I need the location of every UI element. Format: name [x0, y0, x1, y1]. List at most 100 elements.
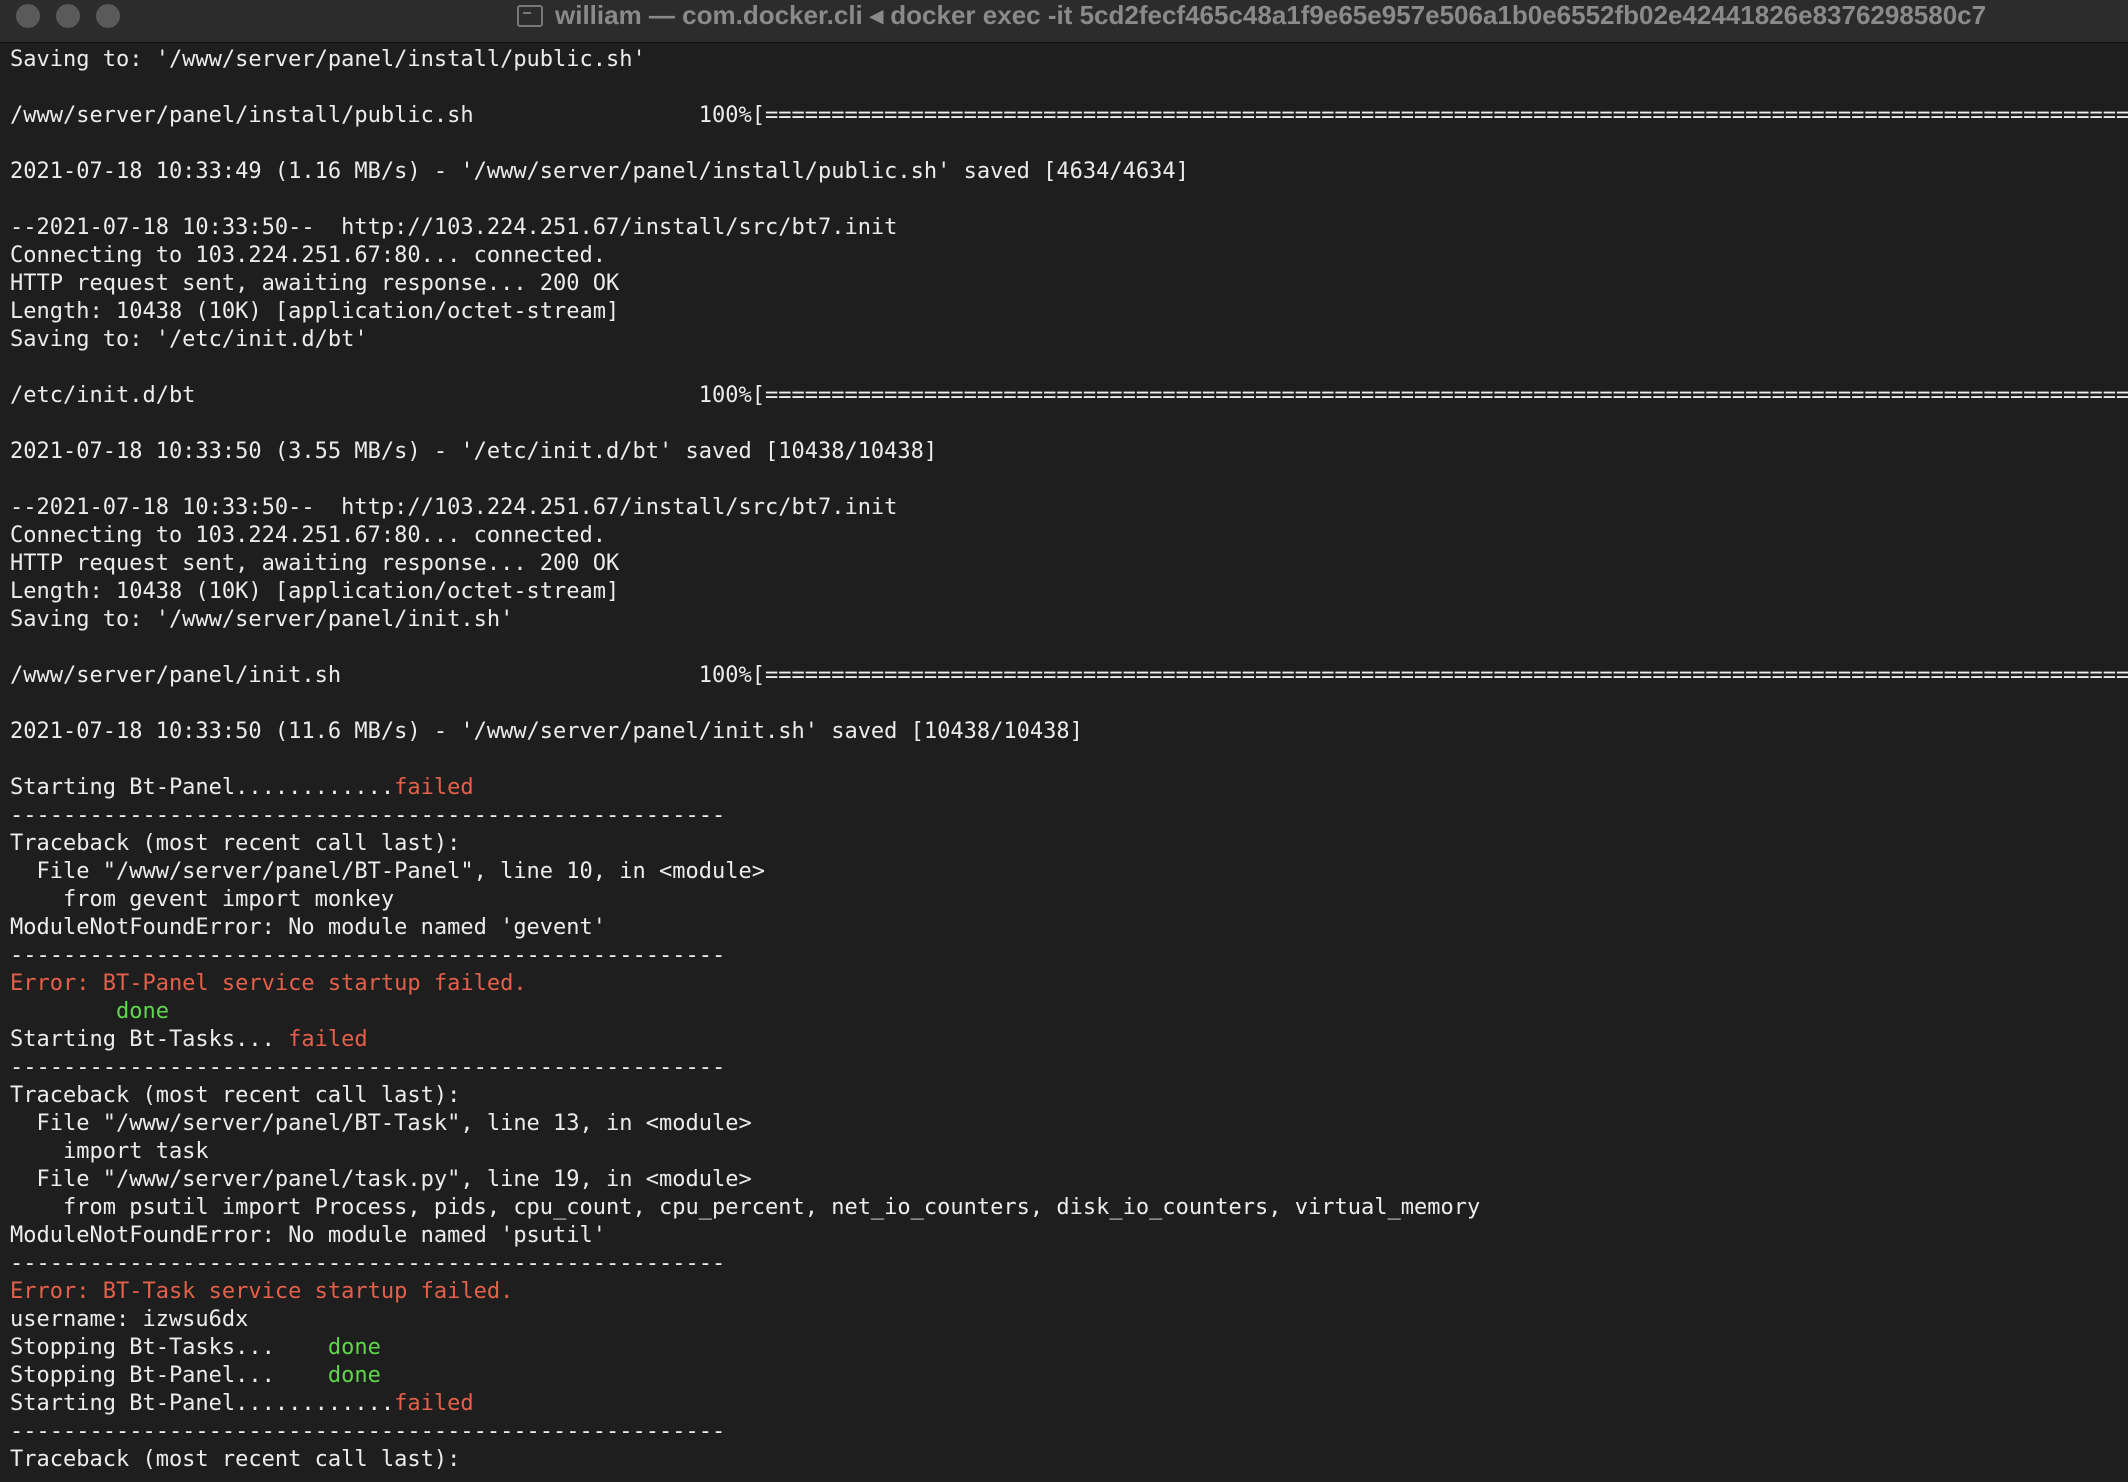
output-text: Connecting to 103.224.251.67:80... conne…	[10, 523, 607, 548]
terminal-line: HTTP request sent, awaiting response... …	[10, 550, 2128, 578]
error-text: failed	[394, 1391, 474, 1416]
output-text: Traceback (most recent call last):	[10, 831, 461, 856]
output-text: from gevent import monkey	[10, 887, 395, 912]
terminal-line: ----------------------------------------…	[10, 1418, 2128, 1446]
terminal-line: done	[10, 998, 2128, 1026]
terminal-line: Connecting to 103.224.251.67:80... conne…	[10, 522, 2128, 550]
terminal-line: Stopping Bt-Tasks... done	[10, 1334, 2128, 1362]
terminal-line: 2021-07-18 10:33:49 (1.16 MB/s) - '/www/…	[10, 158, 2128, 186]
output-text: 2021-07-18 10:33:49 (1.16 MB/s) - '/www/…	[10, 159, 1189, 184]
terminal-line: Traceback (most recent call last):	[10, 1446, 2128, 1474]
terminal-line: import task	[10, 1138, 2128, 1166]
output-text: ----------------------------------------…	[10, 943, 726, 968]
output-text: ----------------------------------------…	[10, 803, 726, 828]
output-text: File "/www/server/panel/BT-Panel", line …	[10, 859, 765, 884]
output-text: File "/www/server/panel/task.py", line 1…	[10, 1167, 752, 1192]
output-text: ModuleNotFoundError: No module named 'ge…	[10, 915, 607, 940]
terminal-line: ----------------------------------------…	[10, 942, 2128, 970]
terminal-line: /etc/init.d/bt 100%[====================…	[10, 382, 2128, 410]
terminal-line: ----------------------------------------…	[10, 1250, 2128, 1278]
success-text: done	[327, 1363, 381, 1388]
terminal-line: Traceback (most recent call last):	[10, 830, 2128, 858]
output-text: /www/server/panel/init.sh 100%[=========…	[10, 663, 2128, 688]
output-text: Saving to: '/www/server/panel/install/pu…	[10, 47, 646, 72]
minimize-window-button[interactable]	[56, 4, 80, 28]
terminal-line: username: izwsu6dx	[10, 1306, 2128, 1334]
title-bar[interactable]: william — com.docker.cli ◂ docker exec -…	[0, 0, 2128, 43]
output-text: ----------------------------------------…	[10, 1251, 726, 1276]
terminal-line: Saving to: '/www/server/panel/init.sh'	[10, 606, 2128, 634]
output-text: /www/server/panel/install/public.sh 100%…	[10, 103, 2128, 128]
terminal-line: Traceback (most recent call last):	[10, 1082, 2128, 1110]
terminal-line: File "/www/server/panel/task.py", line 1…	[10, 1166, 2128, 1194]
terminal-line: --2021-07-18 10:33:50-- http://103.224.2…	[10, 494, 2128, 522]
output-text: Length: 10438 (10K) [application/octet-s…	[10, 299, 620, 324]
terminal-line: ModuleNotFoundError: No module named 'ps…	[10, 1222, 2128, 1250]
close-window-button[interactable]	[16, 4, 40, 28]
output-text: Starting Bt-Panel............	[10, 1391, 395, 1416]
output-text: Length: 10438 (10K) [application/octet-s…	[10, 579, 620, 604]
output-text: HTTP request sent, awaiting response... …	[10, 271, 620, 296]
output-text: import task	[10, 1139, 209, 1164]
error-text: Error: BT-Panel service startup failed.	[10, 971, 527, 996]
terminal-line: Starting Bt-Tasks... failed	[10, 1026, 2128, 1054]
output-text: /etc/init.d/bt 100%[====================…	[10, 383, 2128, 408]
terminal-line: ----------------------------------------…	[10, 1054, 2128, 1082]
output-text: Saving to: '/www/server/panel/init.sh'	[10, 607, 514, 632]
terminal-line: --2021-07-18 10:33:50-- http://103.224.2…	[10, 214, 2128, 242]
terminal-line: /www/server/panel/init.sh 100%[=========…	[10, 662, 2128, 690]
output-text: Starting Bt-Tasks...	[10, 1027, 289, 1052]
output-text: HTTP request sent, awaiting response... …	[10, 551, 620, 576]
output-text: --2021-07-18 10:33:50-- http://103.224.2…	[10, 215, 898, 240]
terminal-line: File "/www/server/panel/BT-Task", line 1…	[10, 1110, 2128, 1138]
terminal-line: from gevent import monkey	[10, 886, 2128, 914]
terminal-line: /www/server/panel/install/public.sh 100%…	[10, 102, 2128, 130]
output-text: username: izwsu6dx	[10, 1307, 249, 1332]
terminal-line: 2021-07-18 10:33:50 (3.55 MB/s) - '/etc/…	[10, 438, 2128, 466]
output-text: ModuleNotFoundError: No module named 'ps…	[10, 1223, 607, 1248]
output-text: Connecting to 103.224.251.67:80... conne…	[10, 243, 607, 268]
output-text: --2021-07-18 10:33:50-- http://103.224.2…	[10, 495, 898, 520]
terminal-line: File "/www/server/panel/BT-Panel", line …	[10, 858, 2128, 886]
output-text: 2021-07-18 10:33:50 (3.55 MB/s) - '/etc/…	[10, 439, 938, 464]
output-text: Traceback (most recent call last):	[10, 1447, 461, 1472]
terminal-line: Stopping Bt-Panel... done	[10, 1362, 2128, 1390]
output-text: Stopping Bt-Tasks...	[10, 1335, 328, 1360]
terminal-line: Error: BT-Task service startup failed.	[10, 1278, 2128, 1306]
error-text: failed	[288, 1027, 368, 1052]
terminal-line: Error: BT-Panel service startup failed.	[10, 970, 2128, 998]
terminal-line: Length: 10438 (10K) [application/octet-s…	[10, 298, 2128, 326]
output-text: 2021-07-18 10:33:50 (11.6 MB/s) - '/www/…	[10, 719, 1083, 744]
terminal-line: Starting Bt-Panel............failed	[10, 774, 2128, 802]
error-text: Error: BT-Task service startup failed.	[10, 1279, 514, 1304]
terminal-line: 2021-07-18 10:33:50 (11.6 MB/s) - '/www/…	[10, 718, 2128, 746]
output-text: from psutil import Process, pids, cpu_co…	[10, 1195, 1481, 1220]
success-text: done	[115, 999, 169, 1024]
output-text: ----------------------------------------…	[10, 1055, 726, 1080]
terminal-line: from psutil import Process, pids, cpu_co…	[10, 1194, 2128, 1222]
folder-icon	[517, 5, 543, 27]
terminal-output[interactable]: Saving to: '/www/server/panel/install/pu…	[10, 46, 2128, 1482]
zoom-window-button[interactable]	[96, 4, 120, 28]
terminal-line: Length: 10438 (10K) [application/octet-s…	[10, 578, 2128, 606]
terminal-line: Saving to: '/etc/init.d/bt'	[10, 326, 2128, 354]
window-title: william — com.docker.cli ◂ docker exec -…	[555, 0, 1987, 30]
output-text: Stopping Bt-Panel...	[10, 1363, 328, 1388]
terminal-line: ----------------------------------------…	[10, 802, 2128, 830]
output-text: Saving to: '/etc/init.d/bt'	[10, 327, 368, 352]
terminal-line: Connecting to 103.224.251.67:80... conne…	[10, 242, 2128, 270]
terminal-line: Saving to: '/www/server/panel/install/pu…	[10, 46, 2128, 74]
terminal-line: Starting Bt-Panel............failed	[10, 1390, 2128, 1418]
output-text: Traceback (most recent call last):	[10, 1083, 461, 1108]
success-text: done	[327, 1335, 381, 1360]
